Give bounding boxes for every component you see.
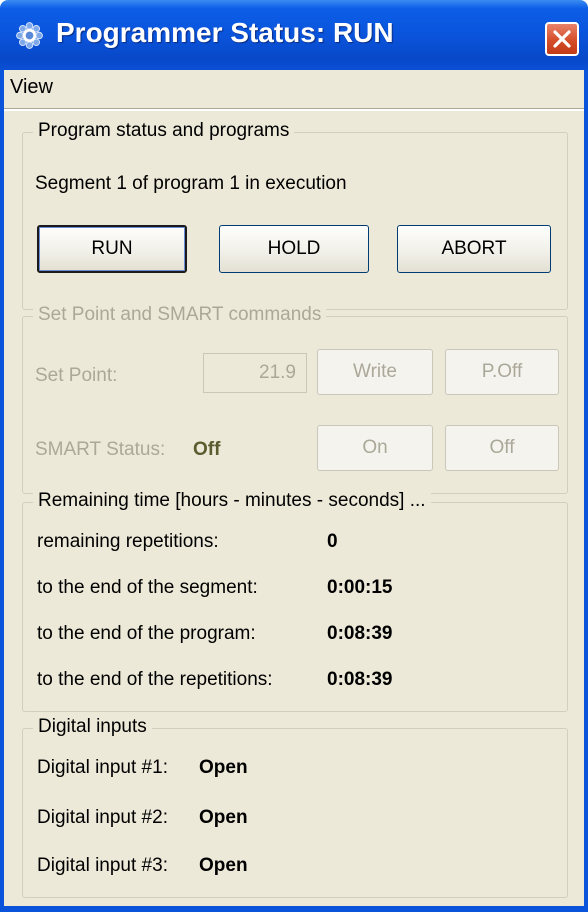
program-end-value: 0:08:39: [327, 623, 393, 644]
menu-view[interactable]: View: [10, 76, 53, 99]
digital-input-3-value: Open: [199, 855, 248, 876]
remaining-repetitions-value: 0: [327, 531, 338, 552]
digital-inputs-group: Digital inputs Digital input #1: Open Di…: [22, 716, 568, 898]
digital-input-3-label: Digital input #3:: [37, 855, 168, 876]
group-title-remaining-time: Remaining time [hours - minutes - second…: [33, 490, 431, 512]
close-button[interactable]: [545, 22, 579, 56]
group-title-program-status: Program status and programs: [33, 120, 295, 142]
menu-bar: View: [4, 70, 584, 108]
run-button-label: RUN: [91, 238, 133, 259]
setpoint-smart-group: Set Point and SMART commands Set Point: …: [22, 304, 568, 494]
remaining-time-group: Remaining time [hours - minutes - second…: [22, 490, 568, 712]
segment-end-label: to the end of the segment:: [37, 577, 258, 598]
window-frame-right: [584, 70, 588, 912]
window-title: Programmer Status: RUN: [56, 17, 394, 48]
client-area: View Program status and programs Segment…: [4, 70, 584, 906]
abort-button-label: ABORT: [441, 238, 507, 259]
run-button[interactable]: RUN: [37, 225, 187, 273]
write-button[interactable]: Write: [317, 349, 433, 395]
digital-input-2-value: Open: [199, 807, 248, 828]
digital-input-1-value: Open: [199, 757, 248, 778]
segment-end-value: 0:00:15: [327, 577, 393, 598]
title-bar[interactable]: Programmer Status: RUN: [0, 0, 588, 70]
group-title-setpoint: Set Point and SMART commands: [33, 304, 327, 326]
remaining-repetitions-label: remaining repetitions:: [37, 531, 219, 552]
programmer-status-window: Programmer Status: RUN View Program stat…: [0, 0, 588, 912]
smart-on-button[interactable]: On: [317, 425, 433, 471]
smart-status-label: SMART Status:: [35, 439, 166, 460]
setpoint-label: Set Point:: [35, 365, 118, 386]
digital-input-2-label: Digital input #2:: [37, 807, 168, 828]
gear-icon: [16, 22, 43, 49]
smart-off-button-label: Off: [489, 437, 515, 458]
setpoint-value: 21.9: [259, 362, 296, 383]
setpoint-input[interactable]: 21.9: [203, 353, 307, 393]
hold-button-label: HOLD: [267, 238, 321, 259]
repetitions-end-value: 0:08:39: [327, 669, 393, 690]
repetitions-end-label: to the end of the repetitions:: [37, 669, 273, 690]
window-frame-bottom: [0, 906, 588, 912]
group-title-digital-inputs: Digital inputs: [33, 716, 152, 738]
program-end-label: to the end of the program:: [37, 623, 256, 644]
smart-on-button-label: On: [362, 437, 388, 458]
power-off-button-label: P.Off: [481, 361, 523, 382]
digital-input-1-label: Digital input #1:: [37, 757, 168, 778]
power-off-button[interactable]: P.Off: [445, 349, 559, 395]
program-status-message: Segment 1 of program 1 in execution: [35, 173, 347, 194]
hold-button[interactable]: HOLD: [219, 225, 369, 273]
close-icon: [553, 30, 571, 48]
program-status-group: Program status and programs Segment 1 of…: [22, 120, 568, 310]
menu-separator: [4, 108, 584, 111]
smart-status-value: Off: [193, 439, 221, 460]
smart-off-button[interactable]: Off: [445, 425, 559, 471]
abort-button[interactable]: ABORT: [397, 225, 551, 273]
write-button-label: Write: [353, 361, 397, 382]
